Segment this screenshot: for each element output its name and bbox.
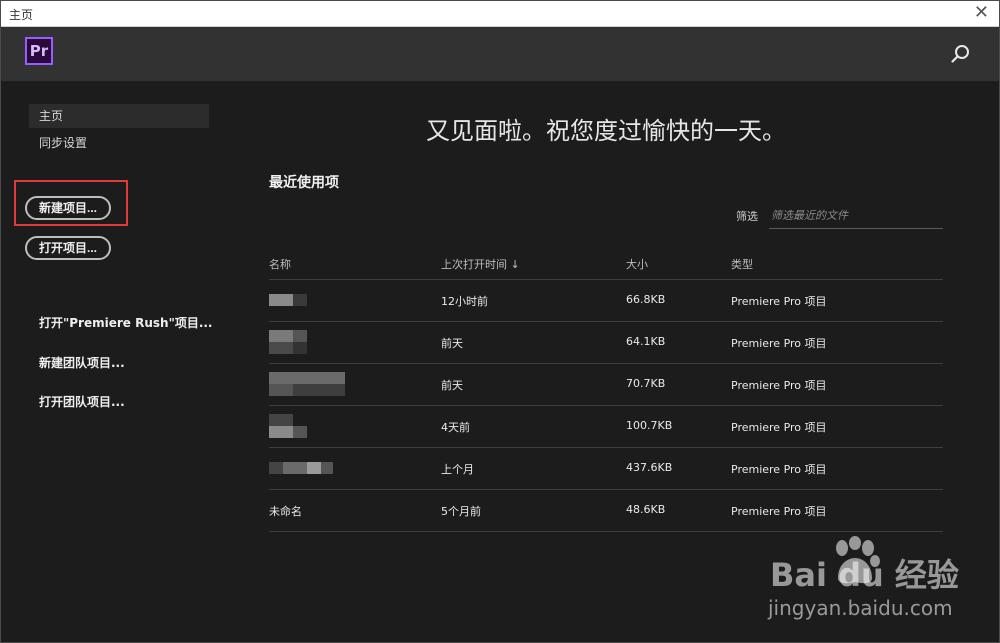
column-header-size[interactable]: 大小 [626, 256, 648, 272]
pixelated-filename [269, 456, 349, 480]
file-name: 未命名 [269, 505, 302, 518]
recent-items-title: 最近使用项 [269, 175, 339, 191]
baidu-jingyan-watermark: Bai du 经验 jingyan.baidu.com [766, 536, 986, 626]
file-type: Premiere Pro 项目 [731, 505, 827, 518]
file-size: 66.8KB [626, 293, 666, 306]
sidebar-item-label: 同步设置 [39, 136, 88, 150]
file-type: Premiere Pro 项目 [731, 463, 827, 476]
search-icon[interactable] [951, 44, 971, 64]
file-size: 48.6KB [626, 503, 666, 516]
file-size: 64.1KB [626, 335, 666, 348]
file-size: 100.7KB [626, 419, 673, 432]
file-type: Premiere Pro 项目 [731, 337, 827, 350]
open-rush-project-link[interactable]: 打开"Premiere Rush"项目... [39, 314, 213, 331]
file-last-opened: 4天前 [441, 421, 470, 434]
sidebar-item-label: 主页 [39, 109, 64, 123]
file-type: Premiere Pro 项目 [731, 295, 827, 308]
recent-files-table: 名称 上次打开时间 ↓ 大小 类型 12小时前 66.8KB Premiere … [269, 246, 943, 532]
sidebar-nav: 主页 同步设置 [29, 104, 209, 158]
file-last-opened: 5个月前 [441, 505, 481, 518]
watermark-brand: Bai du 经验 [770, 556, 959, 594]
greeting-text: 又见面啦。祝您度过愉快的一天。 [426, 117, 786, 145]
table-row[interactable]: 上个月 437.6KB Premiere Pro 项目 [269, 448, 943, 490]
column-header-type[interactable]: 类型 [731, 256, 753, 272]
file-last-opened: 前天 [441, 379, 463, 392]
table-header: 名称 上次打开时间 ↓ 大小 类型 [269, 246, 943, 280]
pixelated-filename [269, 414, 349, 438]
filter-label: 筛选 [736, 210, 758, 223]
new-project-button[interactable]: 新建项目... [25, 196, 112, 220]
file-type: Premiere Pro 项目 [731, 379, 827, 392]
file-size: 437.6KB [626, 461, 673, 474]
new-team-project-link[interactable]: 新建团队项目... [39, 354, 125, 371]
title-bar: 主页 ✕ [1, 1, 999, 27]
sidebar-item-home[interactable]: 主页 [29, 104, 209, 128]
premiere-pro-logo: Pr [25, 37, 53, 65]
pixelated-filename [269, 288, 349, 312]
pixelated-filename [269, 330, 349, 354]
file-last-opened: 上个月 [441, 463, 474, 476]
table-row[interactable]: 未命名 5个月前 48.6KB Premiere Pro 项目 [269, 490, 943, 532]
open-team-project-link[interactable]: 打开团队项目... [39, 393, 125, 410]
premiere-home-window: 主页 ✕ Pr 主页 同步设置 新建项目... 打开项目... 打开"Premi… [0, 0, 1000, 643]
open-project-button[interactable]: 打开项目... [25, 236, 112, 260]
app-header: Pr [1, 27, 999, 81]
window-title: 主页 [9, 8, 34, 22]
sidebar-item-sync-settings[interactable]: 同步设置 [29, 131, 209, 155]
file-last-opened: 12小时前 [441, 295, 488, 308]
column-header-last-opened[interactable]: 上次打开时间 ↓ [441, 256, 520, 272]
file-size: 70.7KB [626, 377, 666, 390]
filter-input[interactable] [769, 203, 943, 229]
column-header-name[interactable]: 名称 [269, 256, 291, 272]
table-row[interactable]: 12小时前 66.8KB Premiere Pro 项目 [269, 280, 943, 322]
file-type: Premiere Pro 项目 [731, 421, 827, 434]
pixelated-filename [269, 372, 349, 396]
table-row[interactable]: 4天前 100.7KB Premiere Pro 项目 [269, 406, 943, 448]
watermark-url: jingyan.baidu.com [768, 596, 953, 620]
close-icon[interactable]: ✕ [974, 2, 989, 24]
table-row[interactable]: 前天 64.1KB Premiere Pro 项目 [269, 322, 943, 364]
file-last-opened: 前天 [441, 337, 463, 350]
table-row[interactable]: 前天 70.7KB Premiere Pro 项目 [269, 364, 943, 406]
